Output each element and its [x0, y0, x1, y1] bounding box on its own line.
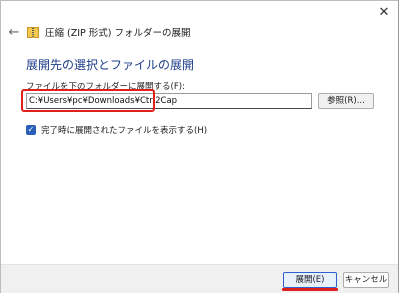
zip-folder-icon	[27, 26, 39, 38]
extract-highlight-underline	[282, 288, 338, 291]
dialog-footer	[1, 264, 398, 293]
checkmark-icon: ✓	[27, 125, 35, 134]
extract-dialog: ✕ ← 圧縮 (ZIP 形式) フォルダーの展開	[0, 0, 399, 293]
browse-button[interactable]: 参照(R)...	[318, 93, 374, 109]
dialog-title: 圧縮 (ZIP 形式) フォルダーの展開	[45, 28, 191, 39]
show-files-checkbox[interactable]: ✓	[26, 125, 36, 135]
cancel-button[interactable]: キャンセル	[343, 272, 389, 288]
page-heading: 展開先の選択とファイルの展開	[26, 58, 195, 72]
show-files-label: 完了時に展開されたファイルを表示する(H)	[41, 126, 208, 136]
back-arrow-icon[interactable]: ←	[7, 25, 21, 40]
extract-button[interactable]: 展開(E)	[283, 272, 337, 288]
close-icon: ✕	[378, 4, 390, 20]
path-highlight-box	[21, 89, 155, 112]
dialog-header: ← 圧縮 (ZIP 形式) フォルダーの展開	[1, 21, 398, 43]
show-files-option[interactable]: ✓ 完了時に展開されたファイルを表示する(H)	[26, 124, 207, 136]
close-button[interactable]: ✕	[370, 1, 398, 23]
